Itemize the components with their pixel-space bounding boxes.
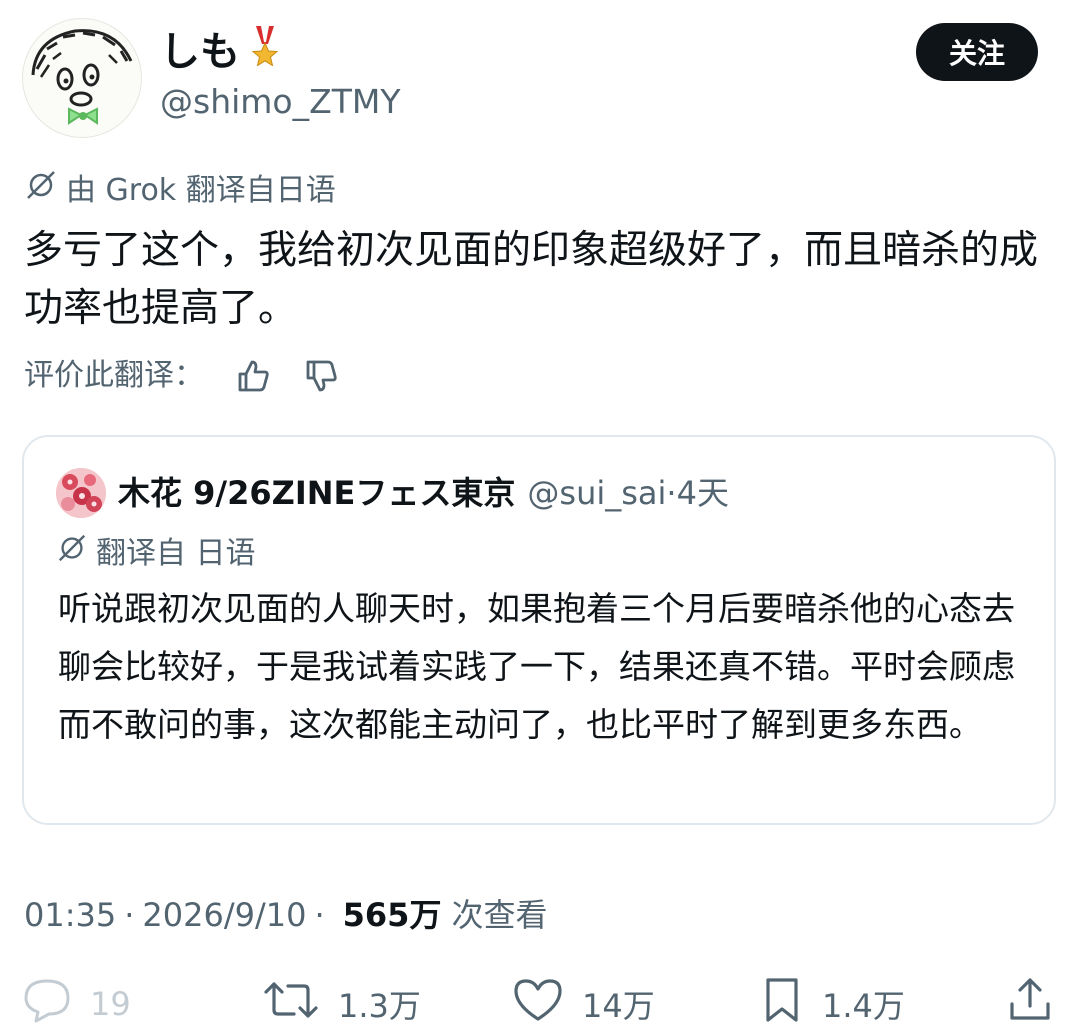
like-count: 14万 <box>582 987 655 1025</box>
author-display-name-row[interactable]: しも <box>160 26 280 77</box>
heart-icon <box>512 977 564 1031</box>
quoted-author-avatar[interactable] <box>56 468 106 518</box>
reply-icon <box>22 977 72 1031</box>
medal-icon <box>250 26 280 77</box>
reply-button[interactable]: 19 <box>22 978 131 1030</box>
author-display-name[interactable]: しも <box>160 28 240 76</box>
doodle-avatar-icon <box>31 29 133 125</box>
tweet-date[interactable]: 2026/9/10 <box>142 892 306 938</box>
rate-translation-label: 评价此翻译： <box>24 358 204 393</box>
translate-icon <box>56 532 88 575</box>
separator-dot: · <box>124 896 135 934</box>
floral-avatar-icon <box>56 468 106 518</box>
translation-label: 由 Grok 翻译自日语 <box>66 172 336 208</box>
tweet-meta: 01:35 · 2026/9/10 · 565万 次查看 <box>24 892 547 938</box>
follow-button[interactable]: 关注 <box>916 23 1038 81</box>
rate-translation-row: 评价此翻译： <box>24 354 340 398</box>
quoted-tweet-header: 木花 9/26ZINEフェス東京 @sui_sai · 4天 <box>118 470 729 516</box>
author-avatar[interactable] <box>22 18 142 138</box>
quoted-author-handle[interactable]: @sui_sai <box>527 470 666 516</box>
retweet-count: 1.3万 <box>338 987 421 1025</box>
share-icon <box>1006 976 1054 1032</box>
bookmark-button[interactable]: 1.4万 <box>760 978 905 1030</box>
quoted-tweet-text: 听说跟初次见面的人聊天时，如果抱着三个月后要暗杀他的心态去聊会比较好，于是我试着… <box>58 589 1015 744</box>
retweet-icon <box>262 978 320 1030</box>
bookmark-count: 1.4万 <box>822 987 905 1025</box>
like-button[interactable]: 14万 <box>512 978 655 1030</box>
translate-icon <box>24 168 58 213</box>
translation-notice: 由 Grok 翻译自日语 <box>24 168 336 213</box>
author-handle[interactable]: @shimo_ZTMY <box>160 80 401 124</box>
views-count: 565万 <box>342 896 442 934</box>
thumbs-down-icon[interactable] <box>304 358 340 394</box>
retweet-button[interactable]: 1.3万 <box>262 978 421 1030</box>
reply-count: 19 <box>90 985 131 1023</box>
quoted-author-name[interactable]: 木花 9/26ZINEフェス東京 <box>118 470 515 516</box>
tweet-time[interactable]: 01:35 <box>24 892 116 938</box>
quoted-translation-label: 翻译自 日语 <box>96 535 256 571</box>
quoted-tweet-time: 4天 <box>676 474 729 512</box>
tweet-text: 多亏了这个，我给初次见面的印象超级好了，而且暗杀的成功率也提高了。 <box>24 228 1039 331</box>
thumbs-up-icon[interactable] <box>236 358 272 394</box>
views-label: 次查看 <box>451 896 548 934</box>
quoted-translation-notice: 翻译自 日语 <box>56 532 256 575</box>
bookmark-icon <box>760 976 804 1032</box>
separator-dot: · <box>314 896 325 934</box>
share-button[interactable] <box>1006 978 1054 1030</box>
separator-dot: · <box>666 474 677 512</box>
